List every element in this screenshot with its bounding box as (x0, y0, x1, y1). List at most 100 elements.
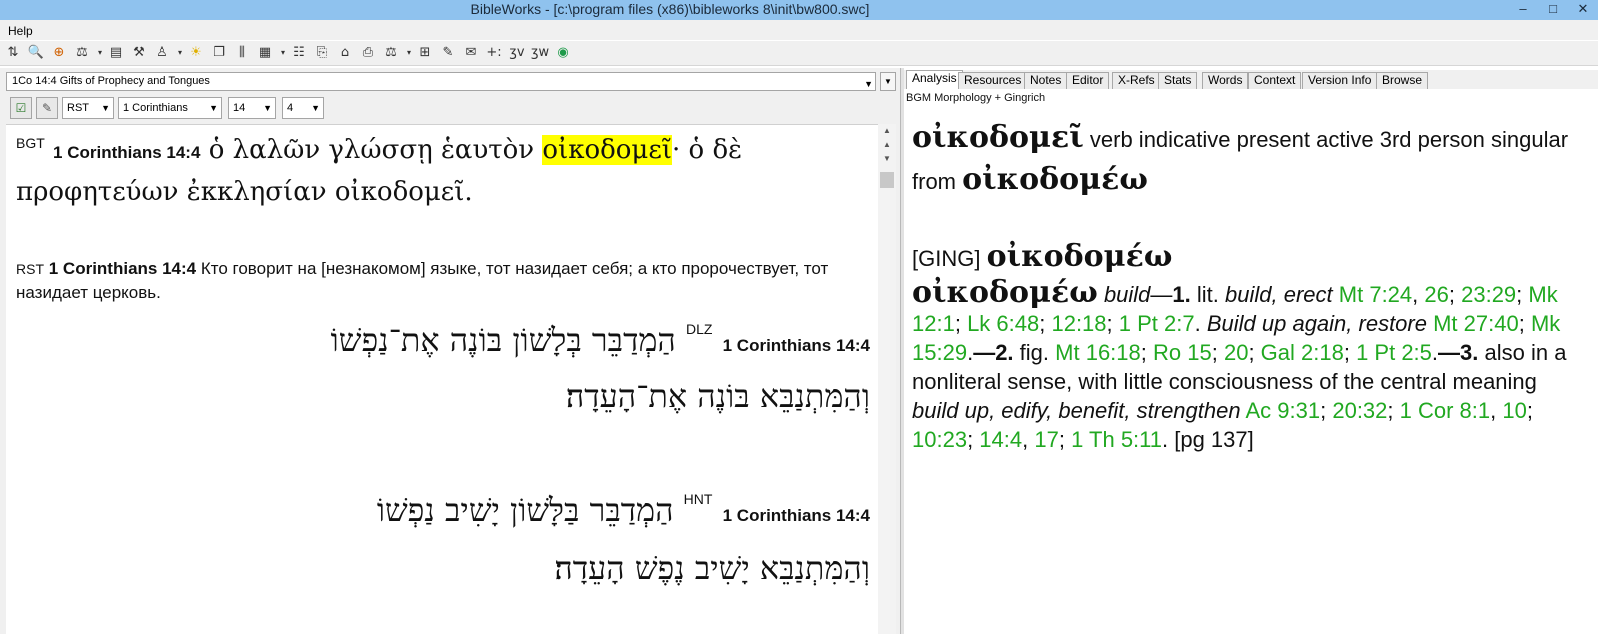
verse-ref-hnt[interactable]: 1 Corinthians 14:4 (723, 506, 870, 525)
russian-verse: RST 1 Corinthians 14:4 Кто говорит на [н… (16, 257, 856, 305)
printer-icon[interactable]: ⎙ (359, 45, 377, 61)
person-icon[interactable]: ♙ (153, 45, 171, 61)
tab-browse[interactable]: Browse (1376, 72, 1429, 89)
tools-icon[interactable]: ⚒ (130, 45, 148, 61)
greek-line-2[interactable]: προφητεύων ἐκκλησίαν οἰκοδομεῖ. (16, 177, 473, 207)
ref-link[interactable]: 10 (1502, 398, 1526, 423)
tab-words[interactable]: Words (1202, 72, 1249, 89)
ging-sense-3: 3. (1460, 340, 1479, 365)
hebrew-dlz-line-2[interactable]: וְהַמִּתְנַבֵּא בּוֹנֶה אֶת־הָעֵדָה׃ (566, 377, 870, 415)
tab-version-info[interactable]: Version Info (1302, 72, 1378, 89)
version-label-hnt: HNT (683, 491, 713, 507)
menu-bar: Help (0, 20, 1598, 40)
hebrew-hnt-line-2[interactable]: וְהַמִּתְנַבֵּא יָשִׁיב נֶפֶשׁ הָעֵדָה׃ (554, 549, 870, 587)
toolbar: ⇅ 🔍 ⊕ ⚖ ▾ ▤ ⚒ ♙ ▾ ☀ ❐ ⫼ ▦ ▾ ☷ ⎘ ⌂ ⎙ ⚖ ▾ ⊞ ✎ ✉ +: ʒv ʒw ◉ (0, 41, 1598, 66)
minimize-button[interactable]: – (1508, 0, 1538, 20)
verse-ref-bgt[interactable]: 1 Corinthians 14:4 (53, 143, 200, 162)
ging-page: [pg 137] (1174, 427, 1254, 452)
ref-link[interactable]: Gal 2:18 (1261, 340, 1344, 365)
ref-link[interactable]: 20:32 (1332, 398, 1387, 423)
analysis-lemma[interactable]: οἰκοδομέω (962, 162, 1148, 197)
verse-title: 1Co 14:4 Gifts of Prophecy and Tongues (12, 75, 210, 87)
verse-icon[interactable]: ʒv (508, 45, 526, 61)
lamp-icon[interactable]: ☀ (187, 45, 205, 61)
menu-help[interactable]: Help (8, 24, 33, 38)
maximize-button[interactable]: □ (1538, 0, 1568, 20)
ref-link[interactable]: 17 (1034, 427, 1058, 452)
ging-fig: fig. (1019, 340, 1050, 365)
link-icon[interactable]: ✎ (36, 97, 58, 119)
tab-stats[interactable]: Stats (1158, 72, 1198, 89)
ref-link[interactable]: 1 Pt 2:5 (1356, 340, 1432, 365)
windows-icon[interactable]: ❐ (210, 45, 228, 61)
verse-ref-rst[interactable]: 1 Corinthians 14:4 (49, 259, 196, 278)
scroll-up-icon[interactable]: ▲ (878, 140, 896, 154)
ref-link[interactable]: 20 (1224, 340, 1248, 365)
hebrew-dlz-line-1: הַמְדַבֵּר בְּלָשׁוֹן בּוֹנֶה אֶת־נַפְשׁ… (331, 321, 870, 359)
highlighted-word[interactable]: οἰκοδομεῖ (542, 135, 672, 165)
list-icon[interactable]: ☷ (290, 45, 308, 61)
split-icon[interactable]: ⇅ (4, 45, 22, 61)
target-icon[interactable]: ⊕ (50, 45, 68, 61)
columns-icon[interactable]: ⫼ (233, 45, 251, 61)
greek-text-post[interactable]: · ὁ δὲ (672, 135, 742, 165)
note-icon[interactable]: ✎ (439, 45, 457, 61)
tab-editor[interactable]: Editor (1066, 72, 1110, 89)
dropdown-icon[interactable]: ▾ (176, 45, 184, 61)
close-button[interactable]: ✕ (1568, 0, 1598, 20)
tab-x-refs[interactable]: X-Refs (1112, 72, 1161, 89)
ref-link[interactable]: Lk 6:48 (967, 311, 1039, 336)
globe-icon[interactable]: ◉ (554, 45, 572, 61)
analysis-source: BGM Morphology + Gingrich (906, 92, 1046, 104)
hebrew-dlz-text-1[interactable]: הַמְדַבֵּר בְּלָשׁוֹן בּוֹנֶה אֶת־נַפְשׁ… (331, 321, 676, 359)
ref-link[interactable]: Mt 27:40 (1433, 311, 1519, 336)
ref-link[interactable]: 1 Th 5:11 (1071, 427, 1162, 452)
greek-text-pre[interactable]: ὁ λαλῶν γλώσσῃ ἑαυτὸν (209, 135, 543, 165)
hebrew-hnt-text-1[interactable]: הַמְדַבֵּר בַּלָּשׁוֹן יָשִׁיב נַפְשׁוֹ (377, 491, 674, 529)
ref-link[interactable]: 10:23 (912, 427, 967, 452)
checkbox-icon[interactable]: ☑ (10, 97, 32, 119)
scroll-up-icon[interactable]: ▲ (878, 126, 896, 140)
folder-icon[interactable]: ⌂ (336, 45, 354, 61)
ref-link[interactable]: Mt 16:18 (1055, 340, 1141, 365)
chapter-select[interactable]: 14 ▼ (228, 97, 276, 119)
text-scrollbar[interactable]: ▲ ▲ ▼ (878, 124, 896, 634)
verse-ref-dlz[interactable]: 1 Corinthians 14:4 (723, 336, 870, 355)
add-icon[interactable]: +: (485, 45, 503, 61)
hebrew-hnt-line-1: הַמְדַבֵּר בַּלָּשׁוֹן יָשִׁיב נַפְשׁוֹ … (377, 491, 870, 529)
ref-link[interactable]: Mt 7:24 (1339, 282, 1412, 307)
dropdown-icon[interactable]: ▾ (279, 45, 287, 61)
scroll-down-icon[interactable]: ▼ (878, 154, 896, 168)
ref-link[interactable]: 12:18 (1051, 311, 1106, 336)
ref-link[interactable]: Ac 9:31 (1246, 398, 1321, 423)
scale-icon[interactable]: ⚖ (73, 45, 91, 61)
ref-link[interactable]: 23:29 (1461, 282, 1516, 307)
ref-link[interactable]: 1 Cor 8:1 (1400, 398, 1491, 423)
tab-resources[interactable]: Resources (958, 72, 1028, 89)
book-select[interactable]: 1 Corinthians ▼ (118, 97, 222, 119)
version-select[interactable]: RST ▼ (62, 97, 114, 119)
tab-notes[interactable]: Notes (1024, 72, 1068, 89)
ref-link[interactable]: 14:4 (979, 427, 1022, 452)
tab-analysis[interactable]: Analysis (906, 70, 963, 89)
verse-title-combo[interactable]: 1Co 14:4 Gifts of Prophecy and Tongues ▼ (6, 72, 876, 91)
verse-list-button[interactable]: ▼ (880, 72, 896, 91)
word-icon[interactable]: ʒw (531, 45, 549, 61)
search-icon[interactable]: 🔍 (27, 45, 45, 61)
book-icon[interactable]: ▤ (107, 45, 125, 61)
layout-icon[interactable]: ⊞ (416, 45, 434, 61)
grid-icon[interactable]: ▦ (256, 45, 274, 61)
ref-link[interactable]: Ro 15 (1153, 340, 1212, 365)
ging-tag: [GING] (912, 246, 981, 271)
ref-link[interactable]: 1 Pt 2:7 (1119, 311, 1195, 336)
dropdown-icon[interactable]: ▾ (96, 45, 104, 61)
copy-icon[interactable]: ⎘ (313, 45, 331, 61)
verse-select[interactable]: 4 ▼ (282, 97, 324, 119)
bible-text-view[interactable]: BGT 1 Corinthians 14:4 ὁ λαλῶν γλώσσῃ ἑα… (6, 124, 878, 634)
ref-link[interactable]: 26 (1424, 282, 1448, 307)
stamp-icon[interactable]: ✉ (462, 45, 480, 61)
scroll-thumb[interactable] (880, 172, 894, 188)
balance-icon[interactable]: ⚖ (382, 45, 400, 61)
dropdown-icon[interactable]: ▾ (405, 45, 413, 61)
tab-context[interactable]: Context (1248, 72, 1302, 89)
